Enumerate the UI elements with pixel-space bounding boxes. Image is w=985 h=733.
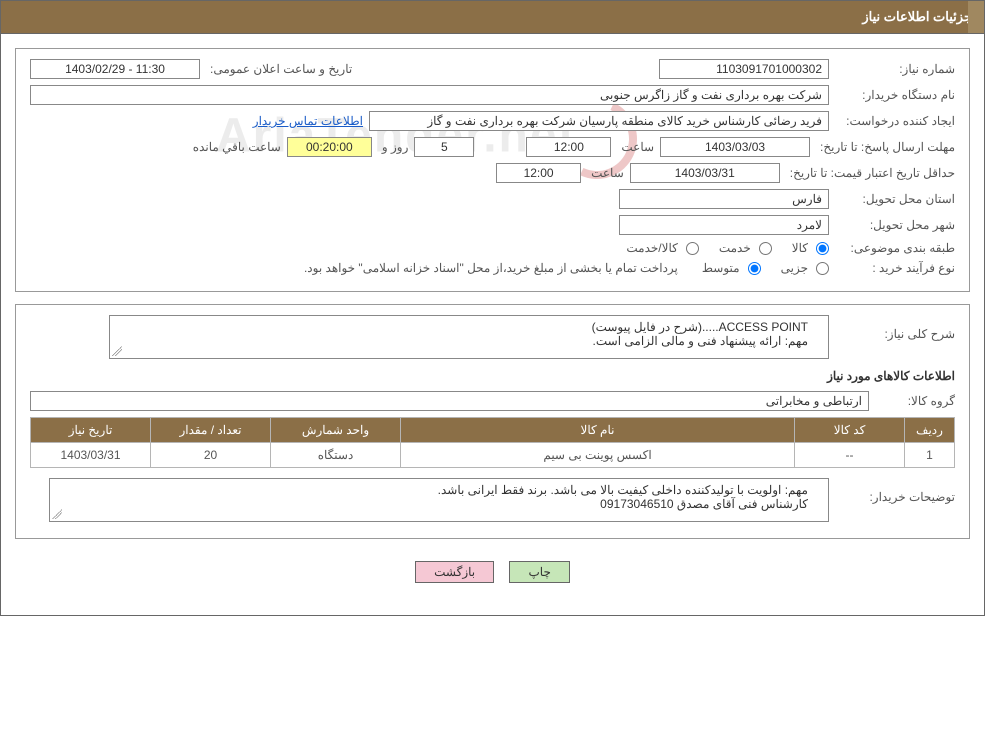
cell-date: 1403/03/31 bbox=[31, 443, 151, 468]
cell-qty: 20 bbox=[151, 443, 271, 468]
th-unit: واحد شمارش bbox=[271, 418, 401, 443]
deadline-date: 1403/03/03 bbox=[660, 137, 810, 157]
purchase-type-radio-medium[interactable] bbox=[748, 262, 761, 275]
classification-radio-service[interactable] bbox=[759, 242, 772, 255]
classification-opt-both: کالا/خدمت bbox=[626, 241, 677, 255]
cell-idx: 1 bbox=[905, 443, 955, 468]
requester-value: فرید رضائی کارشناس خرید کالای منطقه پارس… bbox=[369, 111, 829, 131]
deadline-remaining-label: ساعت باقي مانده bbox=[189, 140, 281, 154]
price-validity-label: حداقل تاریخ اعتبار قیمت: تا تاریخ: bbox=[786, 166, 955, 180]
table-row: 1 -- اکسس پوینت بی سیم دستگاه 20 1403/03… bbox=[31, 443, 955, 468]
announce-label: تاریخ و ساعت اعلان عمومی: bbox=[206, 62, 352, 76]
general-desc-value: ACCESS POINT.....(شرح در فایل پیوست) مهم… bbox=[109, 315, 829, 359]
th-code: کد کالا bbox=[795, 418, 905, 443]
goods-group-value: ارتباطی و مخابراتی bbox=[30, 391, 869, 411]
city-value: لامرد bbox=[619, 215, 829, 235]
classification-radio-goods[interactable] bbox=[816, 242, 829, 255]
th-date: تاریخ نیاز bbox=[31, 418, 151, 443]
items-table: ردیف کد کالا نام کالا واحد شمارش تعداد /… bbox=[30, 417, 955, 468]
purchase-type-note: پرداخت تمام یا بخشی از مبلغ خرید،از محل … bbox=[304, 261, 682, 275]
buyer-contact-link[interactable]: اطلاعات تماس خریدار bbox=[253, 114, 363, 128]
print-button[interactable]: چاپ bbox=[509, 561, 569, 583]
cell-item-name: اکسس پوینت بی سیم bbox=[401, 443, 795, 468]
deadline-time: 12:00 bbox=[526, 137, 611, 157]
th-idx: ردیف bbox=[905, 418, 955, 443]
classification-label: طبقه بندی موضوعی: bbox=[835, 241, 955, 255]
deadline-time-label: ساعت bbox=[617, 140, 654, 154]
buyer-device-label: نام دستگاه خریدار: bbox=[835, 88, 955, 102]
panel-title: جزئیات اطلاعات نیاز bbox=[862, 9, 972, 24]
cell-code: -- bbox=[795, 443, 905, 468]
purchase-type-radio-minor[interactable] bbox=[816, 262, 829, 275]
city-label: شهر محل تحویل: bbox=[835, 218, 955, 232]
price-validity-time: 12:00 bbox=[496, 163, 581, 183]
button-row: چاپ بازگشت bbox=[15, 551, 970, 601]
deadline-days-label: روز و bbox=[378, 140, 409, 154]
items-panel: شرح کلی نیاز: ACCESS POINT.....(شرح در ف… bbox=[15, 304, 970, 539]
cell-unit: دستگاه bbox=[271, 443, 401, 468]
classification-radio-both[interactable] bbox=[686, 242, 699, 255]
announce-value: 1403/02/29 - 11:30 bbox=[30, 59, 200, 79]
back-button[interactable]: بازگشت bbox=[415, 561, 494, 583]
price-validity-time-label: ساعت bbox=[587, 166, 624, 180]
requester-label: ایجاد کننده درخواست: bbox=[835, 114, 955, 128]
province-label: استان محل تحویل: bbox=[835, 192, 955, 206]
buyer-notes-value: مهم: اولویت با تولیدکننده داخلی کیفیت با… bbox=[49, 478, 829, 522]
deadline-remaining: 00:20:00 bbox=[287, 137, 372, 157]
classification-opt-service: خدمت bbox=[719, 241, 751, 255]
price-validity-date: 1403/03/31 bbox=[630, 163, 780, 183]
items-section-title: اطلاعات کالاهای مورد نیاز bbox=[30, 369, 955, 383]
details-panel: AriaTender.net شماره نیاز: 1103091701000… bbox=[15, 48, 970, 292]
need-number-value: 1103091701000302 bbox=[659, 59, 829, 79]
buyer-notes-label: توضیحات خریدار: bbox=[835, 478, 955, 504]
purchase-type-label: نوع فرآیند خرید : bbox=[835, 261, 955, 275]
th-name: نام کالا bbox=[401, 418, 795, 443]
table-header-row: ردیف کد کالا نام کالا واحد شمارش تعداد /… bbox=[31, 418, 955, 443]
goods-group-label: گروه کالا: bbox=[875, 394, 955, 408]
deadline-label: مهلت ارسال پاسخ: تا تاریخ: bbox=[816, 140, 955, 154]
buyer-device-value: شرکت بهره برداری نفت و گاز زاگرس جنوبی bbox=[30, 85, 829, 105]
deadline-days: 5 bbox=[414, 137, 474, 157]
classification-opt-goods: کالا bbox=[792, 241, 808, 255]
th-qty: تعداد / مقدار bbox=[151, 418, 271, 443]
purchase-type-opt-medium: متوسط bbox=[702, 261, 740, 275]
need-number-label: شماره نیاز: bbox=[835, 62, 955, 76]
purchase-type-opt-minor: جزیی bbox=[781, 261, 808, 275]
province-value: فارس bbox=[619, 189, 829, 209]
general-desc-label: شرح کلی نیاز: bbox=[835, 315, 955, 341]
panel-header: جزئیات اطلاعات نیاز bbox=[1, 1, 984, 34]
